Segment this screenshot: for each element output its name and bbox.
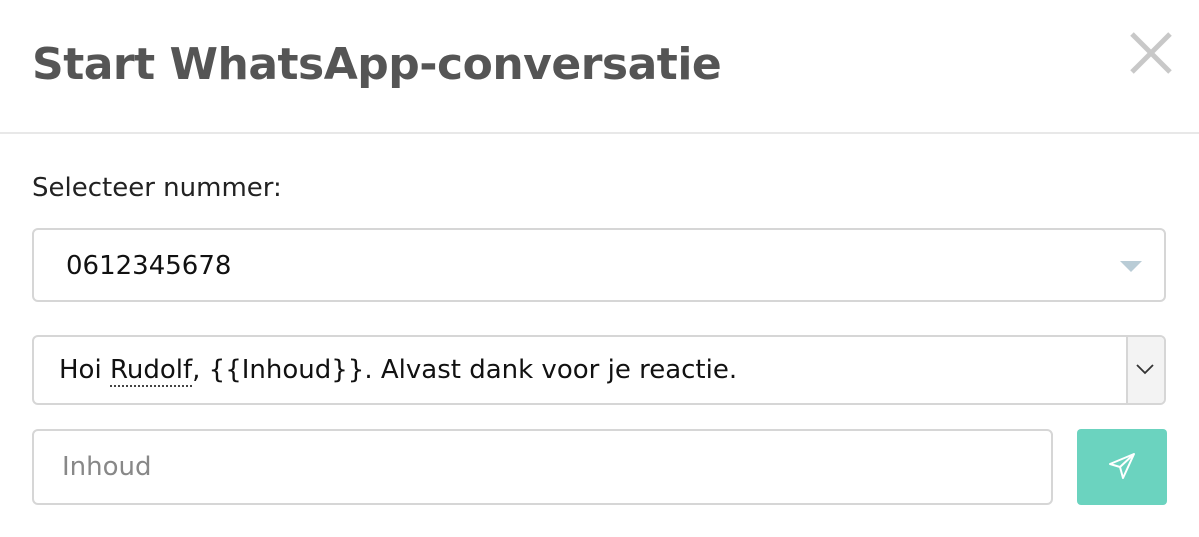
close-button[interactable] [1128,30,1174,76]
template-select[interactable]: Hoi Rudolf, {{Inhoud}}. Alvast dank voor… [32,335,1166,405]
template-suffix: , {{Inhoud}}. Alvast dank voor je reacti… [192,355,738,385]
template-select-toggle[interactable] [1126,337,1164,403]
content-input[interactable] [32,429,1053,505]
number-select-value: 0612345678 [66,251,232,281]
whatsapp-dialog: Start WhatsApp-conversatie Selecteer num… [0,0,1199,537]
send-icon [1109,453,1135,479]
template-select-value: Hoi Rudolf, {{Inhoud}}. Alvast dank voor… [59,353,737,387]
close-icon [1130,32,1172,74]
dialog-header: Start WhatsApp-conversatie [0,0,1199,134]
chevron-down-icon [1136,364,1154,375]
number-select[interactable]: 0612345678 [32,228,1166,302]
caret-down-icon [1120,261,1142,272]
dialog-title: Start WhatsApp-conversatie [32,39,722,90]
template-prefix: Hoi [59,355,110,385]
send-button[interactable] [1077,429,1167,505]
number-select-label: Selecteer nummer: [32,173,282,203]
template-name-placeholder: Rudolf [109,355,193,387]
